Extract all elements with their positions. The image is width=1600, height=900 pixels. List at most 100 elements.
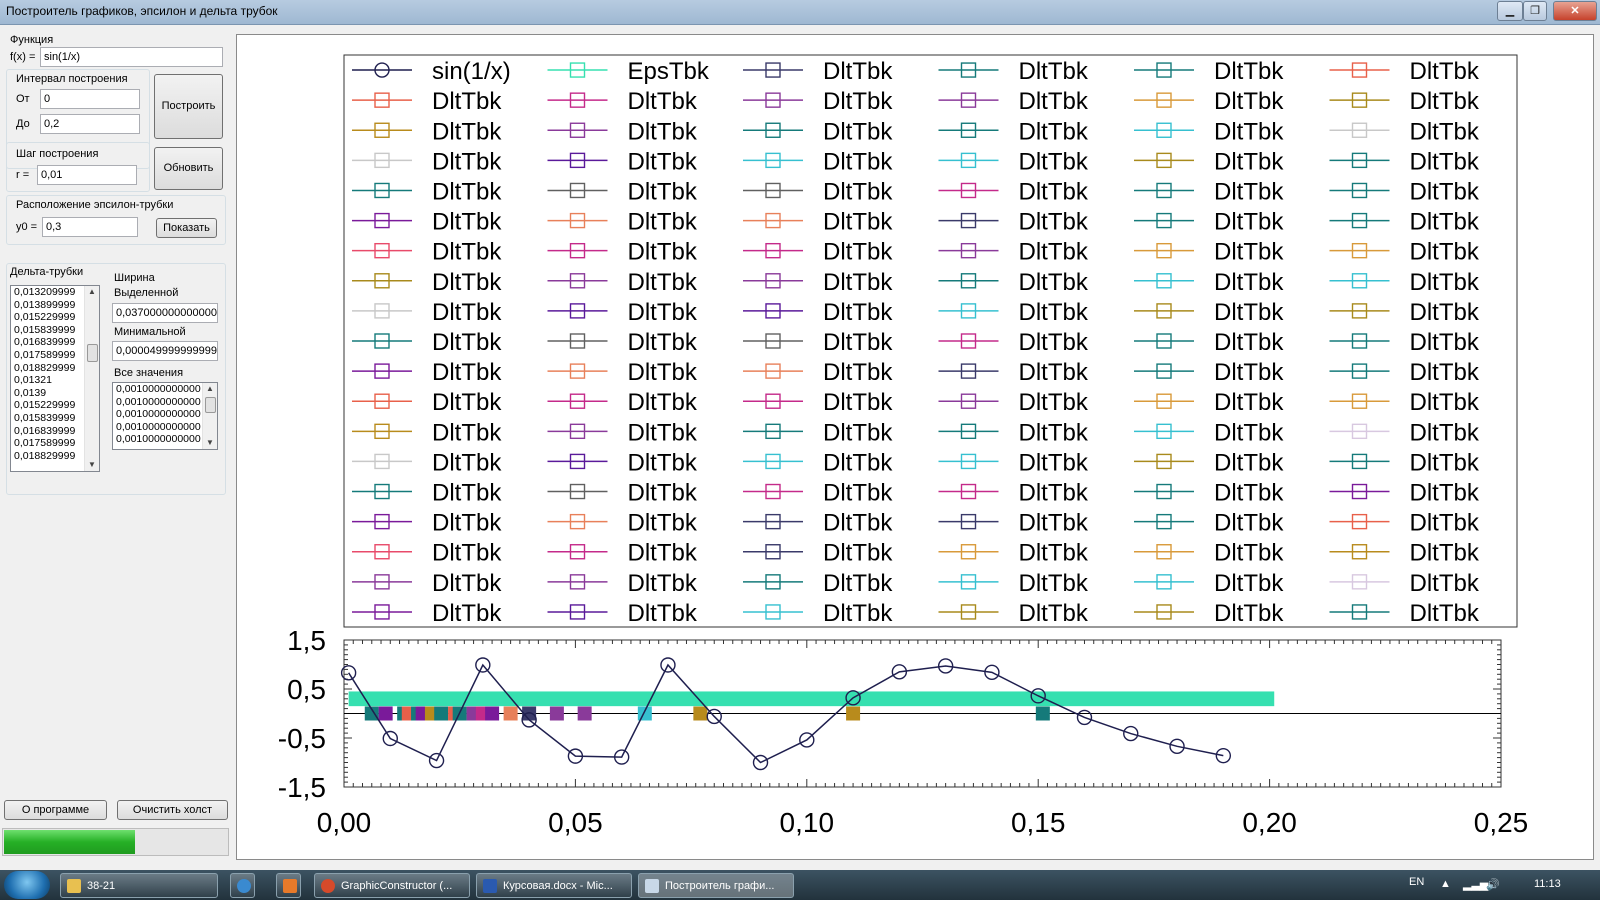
volume-icon[interactable]: 🔊 <box>1486 878 1500 891</box>
legend-label: DltTbk <box>1214 329 1284 356</box>
scroll-up-icon[interactable]: ▲ <box>85 286 99 298</box>
width-group-label: Ширина <box>114 272 155 284</box>
delta-list-scrollbar[interactable]: ▲ ▼ <box>84 286 99 471</box>
legend-label: DltTbk <box>1214 419 1284 446</box>
legend-label: DltTbk <box>1019 269 1089 296</box>
legend-label: DltTbk <box>1019 178 1089 205</box>
delta-list[interactable]: 0,013209999 0,013899999 0,015229999 0,01583… <box>10 285 100 472</box>
signal-icon[interactable]: ▂▃▅ <box>1463 878 1488 891</box>
taskbar-item-word[interactable]: Курсовая.docx - Mic... <box>476 873 632 898</box>
legend-label: DltTbk <box>1214 359 1284 386</box>
scroll-thumb[interactable] <box>205 397 216 413</box>
to-input[interactable]: 0,2 <box>40 114 140 134</box>
from-input[interactable]: 0 <box>40 89 140 109</box>
chart: sin(1/x) DltTbk DltTbk DltTbk DltTbk DltTbk Dl… <box>278 54 1529 838</box>
legend-label: DltTbk <box>432 209 502 236</box>
refresh-button[interactable]: Обновить <box>154 147 223 190</box>
all-values-label: Все значения <box>114 367 184 379</box>
legend-label: DltTbk <box>628 299 698 326</box>
start-button[interactable] <box>4 871 50 899</box>
legend-label: DltTbk <box>1019 449 1089 476</box>
legend-label: DltTbk <box>628 148 698 175</box>
scroll-down-icon[interactable]: ▼ <box>203 437 217 449</box>
legend-label: DltTbk <box>432 480 502 507</box>
taskbar-item-folder[interactable]: 38-21 <box>60 873 218 898</box>
about-button[interactable]: О программе <box>4 800 107 820</box>
legend-label: DltTbk <box>432 600 502 627</box>
legend-label: DltTbk <box>1019 419 1089 446</box>
legend-label: DltTbk <box>823 299 893 326</box>
y0-input[interactable]: 0,3 <box>42 217 138 237</box>
clock[interactable]: 11:13 <box>1534 878 1561 890</box>
legend-label: DltTbk <box>628 359 698 386</box>
all-values-list[interactable]: 0,0010000000000 0,0010000000000 0,00100000… <box>112 382 218 450</box>
app-icon <box>645 879 659 893</box>
legend-label: DltTbk <box>1410 178 1480 205</box>
min-width-field[interactable]: 0,0000499999999998 <box>112 341 218 361</box>
show-button[interactable]: Показать <box>156 218 217 238</box>
plot-canvas[interactable]: sin(1/x) DltTbk DltTbk DltTbk DltTbk DltTbk Dl… <box>236 34 1594 860</box>
function-group-label: Функция <box>10 34 54 46</box>
clear-canvas-button[interactable]: Очистить холст <box>117 800 228 820</box>
build-button[interactable]: Построить <box>154 74 223 139</box>
control-panel: Функция f(x) = sin(1/x) Интервал построе… <box>0 25 232 870</box>
title-bar[interactable]: Построитель графиков, эпсилон и дельта т… <box>0 0 1600 25</box>
language-indicator[interactable]: EN <box>1409 876 1424 888</box>
legend-label: DltTbk <box>1410 329 1480 356</box>
min-width-label: Минимальной <box>114 326 186 338</box>
minimize-button[interactable]: ▁ <box>1497 1 1523 21</box>
main-window: Построитель графиков, эпсилон и дельта т… <box>0 0 1600 870</box>
legend-label: DltTbk <box>628 269 698 296</box>
legend-label: DltTbk <box>1019 88 1089 115</box>
legend-label: DltTbk <box>1019 480 1089 507</box>
scroll-thumb[interactable] <box>87 344 98 362</box>
step-input[interactable]: 0,01 <box>37 165 137 185</box>
folder-icon <box>67 879 81 893</box>
legend-label: DltTbk <box>1019 389 1089 416</box>
legend-label: DltTbk <box>1214 239 1284 266</box>
legend-label: DltTbk <box>823 178 893 205</box>
tray-up-icon[interactable]: ▲ <box>1440 878 1451 890</box>
legend-label: DltTbk <box>628 570 698 597</box>
legend-label: DltTbk <box>1214 510 1284 537</box>
taskbar-item-label: Курсовая.docx - Mic... <box>503 880 613 892</box>
selected-width-field[interactable]: 0,037000000000000 <box>112 303 218 323</box>
legend-label: DltTbk <box>1214 600 1284 627</box>
legend-label: DltTbk <box>823 419 893 446</box>
legend-label: DltTbk <box>823 359 893 386</box>
maximize-button[interactable]: ❐ <box>1523 1 1547 21</box>
legend-label: DltTbk <box>1019 148 1089 175</box>
legend-label: DltTbk <box>432 329 502 356</box>
legend-label: DltTbk <box>1410 510 1480 537</box>
legend-label: DltTbk <box>823 148 893 175</box>
legend-label: DltTbk <box>1410 58 1480 85</box>
legend-label: DltTbk <box>1410 389 1480 416</box>
legend-label: DltTbk <box>1019 570 1089 597</box>
taskbar: 38-21 GraphicConstructor (... Курсовая.d… <box>0 870 1600 900</box>
close-button[interactable]: ✕ <box>1553 1 1597 21</box>
legend-label: DltTbk <box>823 389 893 416</box>
from-label: От <box>16 93 30 105</box>
y-tick-label: -1,5 <box>278 772 326 803</box>
x-tick-label: 0,25 <box>1474 807 1529 838</box>
taskbar-media[interactable] <box>276 873 301 898</box>
legend-label: DltTbk <box>1214 88 1284 115</box>
taskbar-ie[interactable] <box>230 873 255 898</box>
legend-label: DltTbk <box>432 540 502 567</box>
delta-marker <box>549 706 564 721</box>
legend-label: DltTbk <box>432 239 502 266</box>
scroll-down-icon[interactable]: ▼ <box>85 459 99 471</box>
legend-label: DltTbk <box>823 449 893 476</box>
legend-label: DltTbk <box>1410 239 1480 266</box>
legend-label: DltTbk <box>432 389 502 416</box>
legend-label: DltTbk <box>823 510 893 537</box>
fx-input[interactable]: sin(1/x) <box>40 47 223 67</box>
y-tick-label: 1,5 <box>287 625 326 656</box>
legend-label: DltTbk <box>628 178 698 205</box>
taskbar-item-graphicconstructor[interactable]: GraphicConstructor (... <box>314 873 470 898</box>
taskbar-item-plotter[interactable]: Построитель графи... <box>638 873 794 898</box>
scroll-up-icon[interactable]: ▲ <box>203 383 217 395</box>
legend-label: DltTbk <box>1410 359 1480 386</box>
all-values-scrollbar[interactable]: ▲ ▼ <box>202 383 217 449</box>
legend-label: DltTbk <box>823 209 893 236</box>
